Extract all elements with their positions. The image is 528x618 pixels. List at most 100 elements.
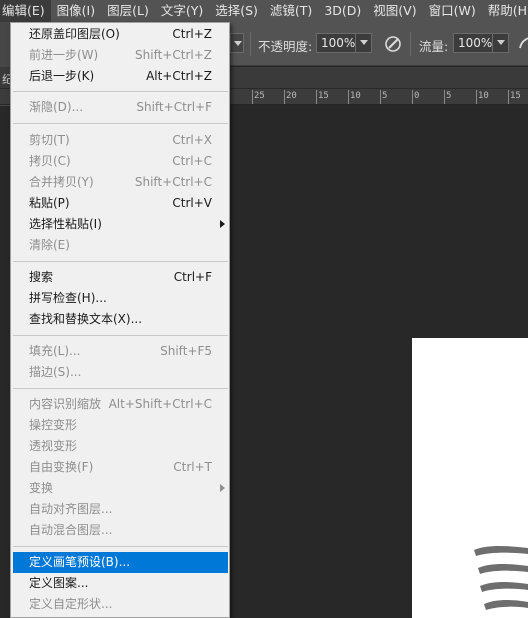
menu-item-label: 填充(L)...: [29, 344, 81, 358]
menu-item-undo[interactable]: 还原盖印图层(O) Ctrl+Z: [13, 24, 228, 45]
menu-item-cut[interactable]: 剪切(T) Ctrl+X: [13, 130, 228, 151]
menu-item-fill[interactable]: 填充(L)... Shift+F5: [13, 341, 228, 362]
menu-edit[interactable]: 编辑(E): [0, 0, 51, 22]
airbrush-icon[interactable]: [518, 34, 528, 54]
chevron-down-icon[interactable]: [492, 33, 508, 53]
ruler-label: 25: [254, 91, 265, 101]
ruler-label: 10: [478, 91, 489, 101]
menu-separator: [13, 261, 228, 262]
menu-item-label: 拼写检查(H)...: [29, 291, 107, 305]
menu-item-label: 查找和替换文本(X)...: [29, 312, 143, 326]
menu-item-shortcut: Ctrl+V: [172, 196, 212, 210]
menu-item-shortcut: Ctrl+Z: [172, 27, 212, 41]
menu-item-label: 透视变形: [29, 439, 78, 453]
menu-item-label: 定义图案...: [29, 576, 89, 590]
menu-item-label: 自动混合图层...: [29, 523, 113, 537]
document-canvas[interactable]: [412, 338, 528, 618]
menu-item-clear[interactable]: 清除(E): [13, 235, 228, 256]
menu-separator: [13, 388, 228, 389]
menu-item-step-backward[interactable]: 后退一步(K) Alt+Ctrl+Z: [13, 66, 228, 87]
menu-item-perspective-warp[interactable]: 透视变形: [13, 436, 228, 457]
ruler-label: 15: [510, 91, 521, 101]
menu-item-paste-special[interactable]: 选择性粘贴(I): [13, 214, 228, 235]
menu-item-auto-align-layers[interactable]: 自动对齐图层...: [13, 499, 228, 520]
menu-filter[interactable]: 滤镜(T): [264, 0, 318, 22]
menu-item-label: 变换: [29, 481, 54, 495]
menu-view[interactable]: 视图(V): [367, 0, 422, 22]
menu-separator: [13, 335, 228, 336]
ruler-tick: [444, 90, 445, 104]
menu-item-shortcut: Ctrl+T: [173, 460, 212, 474]
ruler-tick: [412, 90, 413, 104]
menu-item-label: 还原盖印图层(O): [29, 27, 120, 41]
brush-strokes-image: [474, 546, 528, 610]
ruler-tick: [348, 90, 349, 104]
chevron-right-icon: [220, 220, 225, 228]
divider: [250, 32, 251, 56]
menu-item-stroke[interactable]: 描边(S)...: [13, 362, 228, 383]
flow-label: 流量:: [419, 39, 449, 54]
menu-item-paste[interactable]: 粘贴(P) Ctrl+V: [13, 193, 228, 214]
menu-item-shortcut: Alt+Shift+Ctrl+C: [108, 397, 212, 411]
menu-item-define-pattern[interactable]: 定义图案...: [13, 573, 228, 594]
opacity-label: 不透明度:: [258, 39, 313, 54]
menu-item-copy[interactable]: 拷贝(C) Ctrl+C: [13, 151, 228, 172]
menu-item-define-custom-shape[interactable]: 定义自定形状...: [13, 594, 228, 615]
menu-window[interactable]: 窗口(W): [423, 0, 482, 22]
menu-item-content-aware-scale[interactable]: 内容识别缩放 Alt+Shift+Ctrl+C: [13, 394, 228, 415]
chevron-down-icon[interactable]: [355, 33, 371, 53]
ruler-tick: [380, 90, 381, 104]
menu-item-free-transform[interactable]: 自由变换(F) Ctrl+T: [13, 457, 228, 478]
menu-item-label: 操控变形: [29, 418, 78, 432]
menu-item-fade[interactable]: 渐隐(D)... Shift+Ctrl+F: [13, 97, 228, 118]
ruler-tick: [252, 90, 253, 104]
opacity-field[interactable]: 100%: [316, 33, 372, 53]
ruler-label: 0: [414, 91, 420, 101]
menu-item-search[interactable]: 搜索 Ctrl+F: [13, 267, 228, 288]
menu-item-label: 自由变换(F): [29, 460, 94, 474]
menu-type[interactable]: 文字(Y): [155, 0, 209, 22]
menu-image[interactable]: 图像(I): [51, 0, 101, 22]
menu-item-find-replace[interactable]: 查找和替换文本(X)...: [13, 309, 228, 330]
opacity-value: 100%: [321, 36, 356, 50]
menu-item-shortcut: Alt+Ctrl+Z: [146, 69, 212, 83]
menu-item-label: 清除(E): [29, 238, 70, 252]
menu-separator: [13, 546, 228, 547]
menu-layer[interactable]: 图层(L): [101, 0, 155, 22]
edit-menu-dropdown: 还原盖印图层(O) Ctrl+Z 前进一步(W) Shift+Ctrl+Z 后退…: [10, 22, 230, 618]
menu-separator: [13, 123, 228, 124]
menu-item-label: 内容识别缩放: [29, 397, 102, 411]
menu-item-copy-merged[interactable]: 合并拷贝(Y) Shift+Ctrl+C: [13, 172, 228, 193]
menu-item-transform[interactable]: 变换: [13, 478, 228, 499]
menu-item-shortcut: Shift+Ctrl+C: [134, 175, 212, 189]
menu-item-auto-blend-layers[interactable]: 自动混合图层...: [13, 520, 228, 541]
menu-item-shortcut: Shift+Ctrl+Z: [135, 48, 212, 62]
menu-item-label: 拷贝(C): [29, 154, 71, 168]
menu-item-define-brush-preset[interactable]: 定义画笔预设(B)...: [13, 552, 228, 573]
blend-mode-dropdown[interactable]: [230, 33, 244, 53]
ruler-tick: [508, 90, 509, 104]
menu-item-step-forward[interactable]: 前进一步(W) Shift+Ctrl+Z: [13, 45, 228, 66]
menu-help[interactable]: 帮助(H): [482, 0, 528, 22]
menu-bar: 编辑(E) 图像(I) 图层(L) 文字(Y) 选择(S) 滤镜(T) 3D(D…: [0, 0, 528, 22]
menu-item-label: 描边(S)...: [29, 365, 82, 379]
menu-item-shortcut: Shift+F5: [160, 344, 212, 358]
flow-value: 100%: [458, 36, 493, 50]
menu-item-shortcut: Ctrl+F: [173, 270, 212, 284]
menu-item-label: 剪切(T): [29, 133, 70, 147]
menu-item-label: 后退一步(K): [29, 69, 95, 83]
menu-3d[interactable]: 3D(D): [318, 0, 367, 22]
menu-item-spell-check[interactable]: 拼写检查(H)...: [13, 288, 228, 309]
pressure-opacity-icon[interactable]: [383, 34, 403, 54]
menu-select[interactable]: 选择(S): [209, 0, 264, 22]
ruler-label: 15: [318, 91, 329, 101]
menu-item-label: 粘贴(P): [29, 196, 70, 210]
ruler-label: 10: [350, 91, 361, 101]
menu-item-shortcut: Ctrl+C: [172, 154, 212, 168]
flow-field[interactable]: 100%: [453, 33, 509, 53]
menu-item-puppet-warp[interactable]: 操控变形: [13, 415, 228, 436]
menu-item-label: 前进一步(W): [29, 48, 99, 62]
ruler-tick: [284, 90, 285, 104]
menu-item-label: 自动对齐图层...: [29, 502, 113, 516]
ruler-label: 5: [446, 91, 452, 101]
